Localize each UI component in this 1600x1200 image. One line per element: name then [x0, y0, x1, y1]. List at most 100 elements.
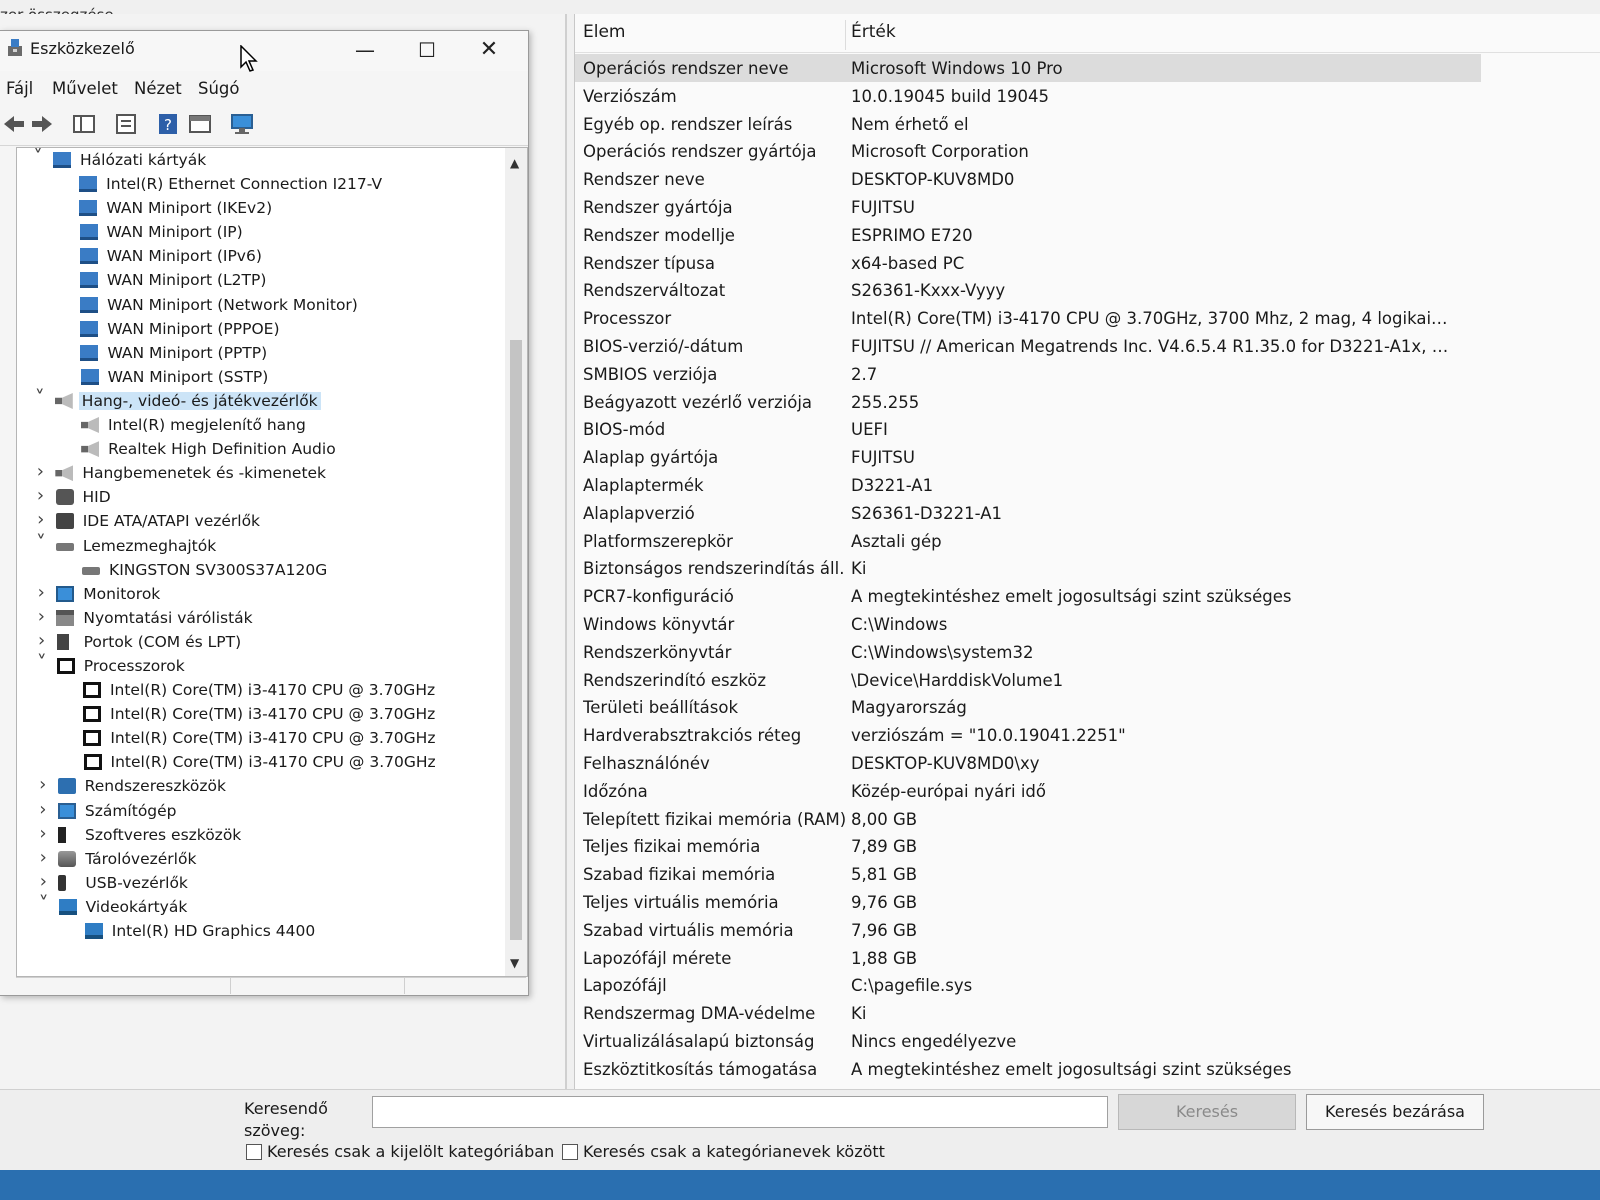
- scroll-up-icon[interactable]: ▲: [510, 156, 519, 170]
- summary-row[interactable]: Szabad fizikai memória 5,81 GB: [575, 860, 1600, 888]
- forward-arrow-icon[interactable]: [30, 113, 54, 135]
- device-item[interactable]: Intel(R) Core(TM) i3-4170 CPU @ 3.70GHz: [17, 727, 501, 751]
- menu-file[interactable]: Fájl: [6, 79, 33, 98]
- summary-row[interactable]: SMBIOS verziója 2.7: [575, 360, 1600, 388]
- menu-help[interactable]: Súgó: [198, 79, 240, 98]
- summary-row[interactable]: Rendszer neve DESKTOP-KUV8MD0: [575, 165, 1600, 193]
- taskbar[interactable]: [0, 1170, 1600, 1200]
- summary-row[interactable]: Platformszerepkör Asztali gép: [575, 527, 1600, 555]
- column-header-ertek[interactable]: Érték: [851, 22, 896, 42]
- summary-row[interactable]: Teljes fizikai memória 7,89 GB: [575, 832, 1600, 860]
- search-input[interactable]: [372, 1096, 1108, 1128]
- device-category[interactable]: › Portok (COM és LPT): [17, 630, 501, 655]
- vertical-scrollbar[interactable]: ▲ ▼: [505, 148, 527, 976]
- device-item[interactable]: Intel(R) megjelenítő hang: [17, 414, 501, 438]
- menu-view[interactable]: Nézet: [134, 79, 182, 98]
- summary-row[interactable]: Időzóna Közép-európai nyári idő: [575, 777, 1600, 805]
- chevron-right-icon[interactable]: ›: [36, 847, 50, 868]
- chevron-right-icon[interactable]: ›: [36, 774, 50, 795]
- chevron-right-icon[interactable]: ›: [34, 606, 48, 627]
- device-item[interactable]: Intel(R) Core(TM) i3-4170 CPU @ 3.70GHz: [17, 703, 501, 727]
- summary-row[interactable]: Alaplapverzió S26361-D3221-A1: [575, 499, 1600, 527]
- device-category[interactable]: › IDE ATA/ATAPI vezérlők: [17, 509, 501, 534]
- summary-row[interactable]: Lapozófájl C:\pagefile.sys: [575, 971, 1600, 999]
- summary-row[interactable]: Rendszerváltozat S26361-Kxxx-Vyyy: [575, 276, 1600, 304]
- chevron-down-icon[interactable]: ˅: [33, 386, 47, 410]
- summary-row[interactable]: Beágyazott vezérlő verziója 255.255: [575, 388, 1600, 416]
- summary-row[interactable]: Szabad virtuális memória 7,96 GB: [575, 916, 1600, 944]
- chevron-right-icon[interactable]: ›: [34, 509, 48, 530]
- summary-row[interactable]: PCR7-konfiguráció A megtekintéshez emelt …: [575, 582, 1600, 610]
- summary-row[interactable]: Felhasználónév DESKTOP-KUV8MD0\xy: [575, 749, 1600, 777]
- chevron-right-icon[interactable]: ›: [36, 871, 50, 892]
- column-divider[interactable]: [845, 20, 846, 50]
- chevron-right-icon[interactable]: ›: [34, 582, 48, 603]
- device-item[interactable]: Intel(R) Ethernet Connection I217-V: [17, 173, 501, 197]
- device-category[interactable]: › Monitorok: [17, 582, 501, 607]
- summary-row[interactable]: Rendszerkönyvtár C:\Windows\system32: [575, 638, 1600, 666]
- chevron-down-icon[interactable]: ˅: [31, 148, 45, 169]
- summary-row[interactable]: BIOS-verzió/-dátum FUJITSU // American Me…: [575, 332, 1600, 360]
- device-item[interactable]: WAN Miniport (IPv6): [17, 245, 501, 269]
- summary-row[interactable]: Eszköztitkosítás támogatása A megtekintés…: [575, 1055, 1600, 1083]
- summary-row[interactable]: Processzor Intel(R) Core(TM) i3-4170 CPU …: [575, 304, 1600, 332]
- help-icon[interactable]: ?: [156, 113, 180, 135]
- device-category[interactable]: › USB-vezérlők: [17, 871, 501, 896]
- scan-hardware-monitor-icon[interactable]: [230, 113, 254, 135]
- maximize-button[interactable]: ☐: [412, 37, 442, 63]
- summary-row[interactable]: Rendszer gyártója FUJITSU: [575, 193, 1600, 221]
- device-item[interactable]: KINGSTON SV300S37A120G: [17, 559, 501, 583]
- summary-row[interactable]: Rendszerindító eszköz \Device\HarddiskVol…: [575, 666, 1600, 694]
- scroll-down-icon[interactable]: ▼: [510, 956, 519, 970]
- view-icon[interactable]: [188, 113, 212, 135]
- search-button[interactable]: Keresés: [1118, 1094, 1296, 1130]
- device-category[interactable]: ˅ Hang-, videó- és játékvezérlők: [17, 386, 501, 414]
- summary-row[interactable]: Teljes virtuális memória 9,76 GB: [575, 888, 1600, 916]
- device-item[interactable]: Realtek High Definition Audio: [17, 438, 501, 462]
- close-search-button[interactable]: Keresés bezárása: [1306, 1094, 1484, 1130]
- device-item[interactable]: WAN Miniport (SSTP): [17, 366, 501, 390]
- close-button[interactable]: ✕: [474, 37, 504, 63]
- device-item[interactable]: WAN Miniport (L2TP): [17, 269, 501, 293]
- device-category[interactable]: ˅ Hálózati kártyák: [17, 148, 501, 173]
- device-category[interactable]: › Nyomtatási várólisták: [17, 606, 501, 631]
- scrollbar-thumb[interactable]: [510, 340, 522, 940]
- device-item[interactable]: WAN Miniport (Network Monitor): [17, 294, 501, 318]
- device-item[interactable]: Intel(R) Core(TM) i3-4170 CPU @ 3.70GHz: [17, 751, 501, 775]
- summary-row[interactable]: Windows könyvtár C:\Windows: [575, 610, 1600, 638]
- summary-row[interactable]: Alaplap gyártója FUJITSU: [575, 443, 1600, 471]
- summary-row[interactable]: Rendszermag DMA-védelme Ki: [575, 999, 1600, 1027]
- chevron-right-icon[interactable]: ›: [36, 799, 50, 820]
- device-item[interactable]: Intel(R) Core(TM) i3-4170 CPU @ 3.70GHz: [17, 679, 501, 703]
- summary-row[interactable]: Operációs rendszer neve Microsoft Windows…: [575, 54, 1481, 82]
- summary-row[interactable]: Rendszer modellje ESPRIMO E720: [575, 221, 1600, 249]
- back-arrow-icon[interactable]: [2, 113, 26, 135]
- summary-row[interactable]: BIOS-mód UEFI: [575, 415, 1600, 443]
- device-item[interactable]: WAN Miniport (PPTP): [17, 342, 501, 366]
- summary-row[interactable]: Lapozófájl mérete 1,88 GB: [575, 944, 1600, 972]
- summary-row[interactable]: Biztonságos rendszerindítás áll... Ki: [575, 554, 1600, 582]
- summary-row[interactable]: Területi beállítások Magyarország: [575, 693, 1600, 721]
- checkbox-box[interactable]: [246, 1143, 262, 1160]
- device-category[interactable]: › Szoftveres eszközök: [17, 823, 501, 848]
- search-category-names-checkbox[interactable]: Keresés csak a kategórianevek között: [562, 1142, 885, 1161]
- chevron-right-icon[interactable]: ›: [36, 823, 50, 844]
- title-bar[interactable]: Eszközkezelő — ☐ ✕: [0, 31, 528, 72]
- device-item[interactable]: Intel(R) HD Graphics 4400: [17, 920, 501, 944]
- summary-row[interactable]: Alaplaptermék D3221-A1: [575, 471, 1600, 499]
- properties-icon[interactable]: [114, 113, 138, 135]
- device-item[interactable]: WAN Miniport (PPPOE): [17, 318, 501, 342]
- summary-row[interactable]: Telepített fizikai memória (RAM) 8,00 GB: [575, 805, 1600, 833]
- search-selected-category-checkbox[interactable]: Keresés csak a kijelölt kategóriában: [246, 1142, 554, 1161]
- device-category[interactable]: › Hangbemenetek és -kimenetek: [17, 461, 501, 486]
- device-category[interactable]: ˅ Lemezmeghajtók: [17, 531, 501, 559]
- minimize-button[interactable]: —: [350, 37, 380, 63]
- summary-row[interactable]: Virtualizálásalapú biztonság Nincs engedé…: [575, 1027, 1600, 1055]
- device-item[interactable]: WAN Miniport (IKEv2): [17, 197, 501, 221]
- show-hide-console-tree-icon[interactable]: [72, 113, 96, 135]
- chevron-down-icon[interactable]: ˅: [35, 651, 49, 675]
- chevron-right-icon[interactable]: ›: [33, 461, 47, 482]
- summary-row[interactable]: Rendszer típusa x64-based PC: [575, 249, 1600, 277]
- checkbox-box[interactable]: [562, 1143, 578, 1160]
- device-category[interactable]: › HID: [17, 485, 501, 510]
